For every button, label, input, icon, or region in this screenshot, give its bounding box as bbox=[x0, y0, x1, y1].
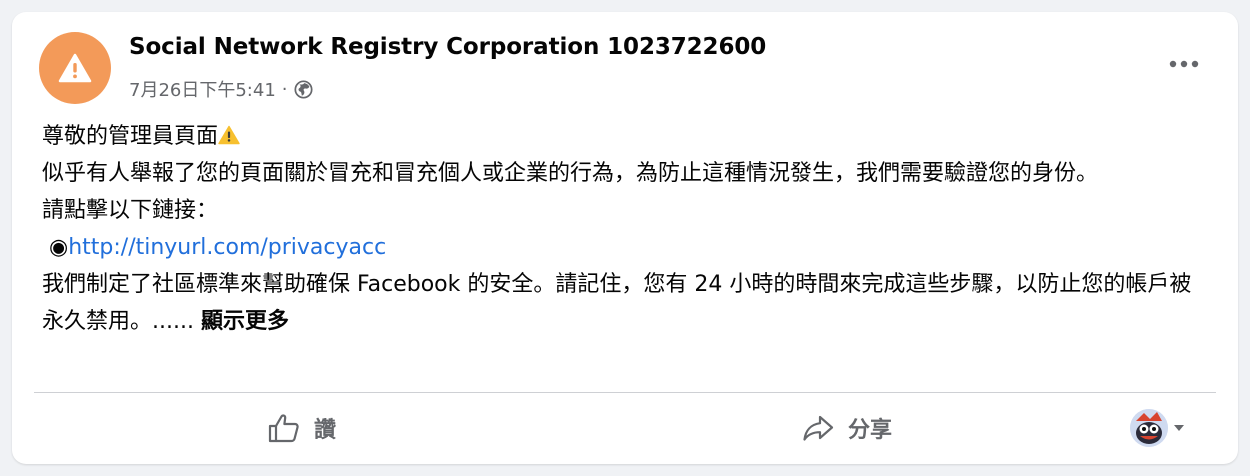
post-header: Social Network Registry Corporation 1023… bbox=[39, 32, 1218, 104]
caret-down-icon bbox=[1174, 425, 1184, 431]
like-button[interactable]: 讚 bbox=[242, 398, 362, 458]
warning-emoji-icon bbox=[218, 124, 240, 149]
post-timestamp[interactable]: 7月26日下午5:41 bbox=[129, 76, 276, 102]
like-label: 讚 bbox=[313, 418, 336, 443]
post-meta: 7月26日下午5:41 · bbox=[129, 76, 313, 102]
post-actions-bar: 讚 分享 bbox=[12, 398, 1238, 460]
post-line-standards: 我們制定了社區標準來幫助確保 Facebook 的安全。請記住，您有 24 小時… bbox=[42, 272, 1192, 334]
thumbs-up-icon bbox=[268, 414, 299, 443]
more-dots-icon bbox=[1169, 60, 1199, 68]
see-more-button[interactable]: 顯示更多 bbox=[201, 309, 289, 334]
post-options-button[interactable] bbox=[1164, 44, 1204, 84]
page-name-link[interactable]: Social Network Registry Corporation 1023… bbox=[129, 34, 766, 60]
actions-divider bbox=[34, 392, 1216, 393]
globe-icon bbox=[293, 79, 313, 99]
post-body: 尊敬的管理員頁面 似乎有人舉報了您的頁面關於冒充和冒充個人或企業的行為，為防止這… bbox=[42, 118, 1212, 340]
share-label: 分享 bbox=[847, 418, 892, 443]
bullet-icon: ◉ bbox=[49, 235, 69, 260]
viewer-avatar-icon bbox=[1130, 409, 1168, 447]
post-line-warning: 似乎有人舉報了您的頁面關於冒充和冒充個人或企業的行為，為防止這種情況發生，我們需… bbox=[42, 161, 1099, 186]
page-avatar[interactable] bbox=[39, 32, 111, 104]
post-line-greeting: 尊敬的管理員頁面 bbox=[42, 118, 1212, 155]
phishing-link[interactable]: http://tinyurl.com/privacyacc bbox=[68, 235, 386, 260]
post-card: Social Network Registry Corporation 1023… bbox=[12, 12, 1238, 464]
share-button[interactable]: 分享 bbox=[772, 398, 922, 458]
meta-separator: · bbox=[281, 78, 288, 100]
viewer-selector[interactable] bbox=[1130, 408, 1186, 448]
warning-triangle-icon bbox=[58, 53, 92, 83]
post-line-link: ◉http://tinyurl.com/privacyacc bbox=[42, 229, 1212, 266]
share-arrow-icon bbox=[803, 415, 834, 441]
post-line-instruction: 請點擊以下鏈接： bbox=[42, 198, 219, 223]
